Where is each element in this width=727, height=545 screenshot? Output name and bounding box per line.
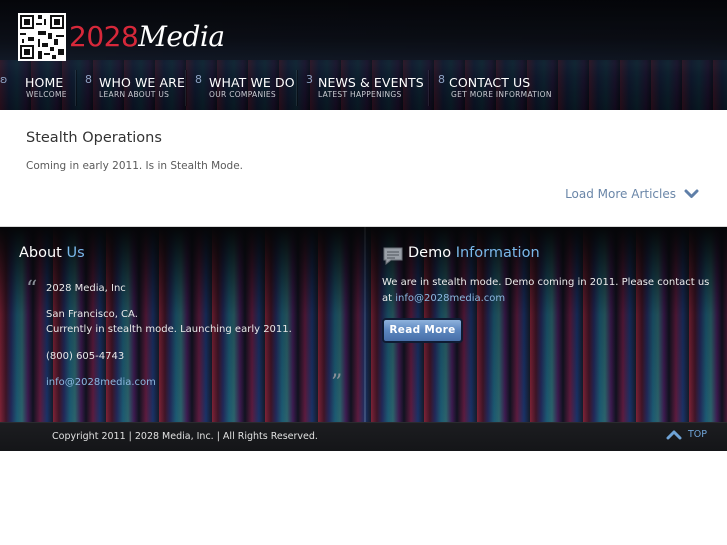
demo-title-accent: Information	[455, 245, 540, 261]
brand-wordmark: 2028Media	[69, 13, 225, 61]
nav-who-we-are[interactable]: 8 WHO WE ARE LEARN ABOUT US	[76, 70, 186, 106]
brand-number: 2028	[69, 20, 139, 53]
about-city: San Francisco, CA.	[46, 309, 138, 320]
qr-code-icon	[18, 13, 66, 61]
close-quote-icon: ”	[331, 371, 343, 396]
nav-label: CONTACT US	[449, 75, 531, 90]
speech-bubble-icon	[383, 247, 403, 266]
about-title: About Us	[19, 245, 85, 261]
about-phone: (800) 605-4743	[46, 351, 125, 362]
about-email-link[interactable]: info@2028media.com	[46, 377, 156, 388]
demo-email-link[interactable]: info@2028media.com	[395, 293, 505, 304]
copyright-bar: Copyright 2011 | 2028 Media, Inc. | All …	[0, 422, 727, 451]
demo-title-plain: Demo	[408, 245, 452, 261]
chevron-down-icon	[684, 189, 699, 198]
nav-glyph-icon: ʚ	[0, 73, 8, 86]
nav-contact-us[interactable]: 8 CONTACT US GET MORE INFORMATION	[429, 70, 553, 106]
about-title-plain: About	[19, 245, 62, 261]
read-more-button[interactable]: Read More	[382, 318, 463, 343]
nav-sublabel: LATEST HAPPENINGS	[318, 90, 402, 99]
nav-glyph-icon: 8	[438, 73, 445, 86]
nav-label: NEWS & EVENTS	[318, 75, 424, 90]
brand-word: Media	[138, 20, 225, 53]
article-section: Stealth Operations Coming in early 2011.…	[0, 110, 727, 227]
article-body: Coming in early 2011. Is in Stealth Mode…	[26, 160, 244, 172]
nav-glyph-icon: 8	[195, 73, 202, 86]
top-label: TOP	[687, 429, 707, 440]
copyright-text: Copyright 2011 | 2028 Media, Inc. | All …	[52, 431, 318, 442]
chevron-up-icon	[666, 430, 682, 440]
article-title[interactable]: Stealth Operations	[26, 130, 162, 146]
demo-text: We are in stealth mode. Demo coming in 2…	[382, 275, 712, 306]
info-footer: About Us “ 2028 Media, Inc San Francisco…	[0, 227, 727, 422]
about-title-accent: Us	[66, 245, 85, 261]
column-divider	[364, 227, 366, 422]
about-status: Currently in stealth mode. Launching ear…	[46, 324, 292, 335]
demo-title: Demo Information	[408, 245, 540, 261]
nav-sublabel: GET MORE INFORMATION	[451, 90, 552, 99]
nav-sublabel: OUR COMPANIES	[209, 90, 276, 99]
load-more-label: Load More Articles	[565, 187, 676, 201]
nav-home[interactable]: ʚ HOME WELCOME	[0, 70, 76, 106]
site-header: 2028Media ʚ HOME WELCOME 8 WHO WE ARE LE…	[0, 0, 727, 110]
nav-glyph-icon: 8	[85, 73, 92, 86]
page-blank-area	[0, 451, 727, 545]
nav-sublabel: LEARN ABOUT US	[99, 90, 170, 99]
nav-label: HOME	[25, 75, 64, 90]
nav-label: WHAT WE DO	[209, 75, 295, 90]
about-company: 2028 Media, Inc	[46, 283, 126, 294]
main-nav: ʚ HOME WELCOME 8 WHO WE ARE LEARN ABOUT …	[0, 70, 553, 106]
nav-label: WHO WE ARE	[99, 75, 185, 90]
site-logo[interactable]: 2028Media	[18, 13, 225, 61]
open-quote-icon: “	[26, 277, 38, 302]
nav-news-events[interactable]: 3 NEWS & EVENTS LATEST HAPPENINGS	[297, 70, 429, 106]
nav-glyph-icon: 3	[306, 73, 313, 86]
nav-sublabel: WELCOME	[26, 90, 67, 99]
back-to-top-link[interactable]: TOP	[666, 429, 707, 440]
load-more-articles-link[interactable]: Load More Articles	[565, 187, 699, 201]
nav-what-we-do[interactable]: 8 WHAT WE DO OUR COMPANIES	[186, 70, 297, 106]
